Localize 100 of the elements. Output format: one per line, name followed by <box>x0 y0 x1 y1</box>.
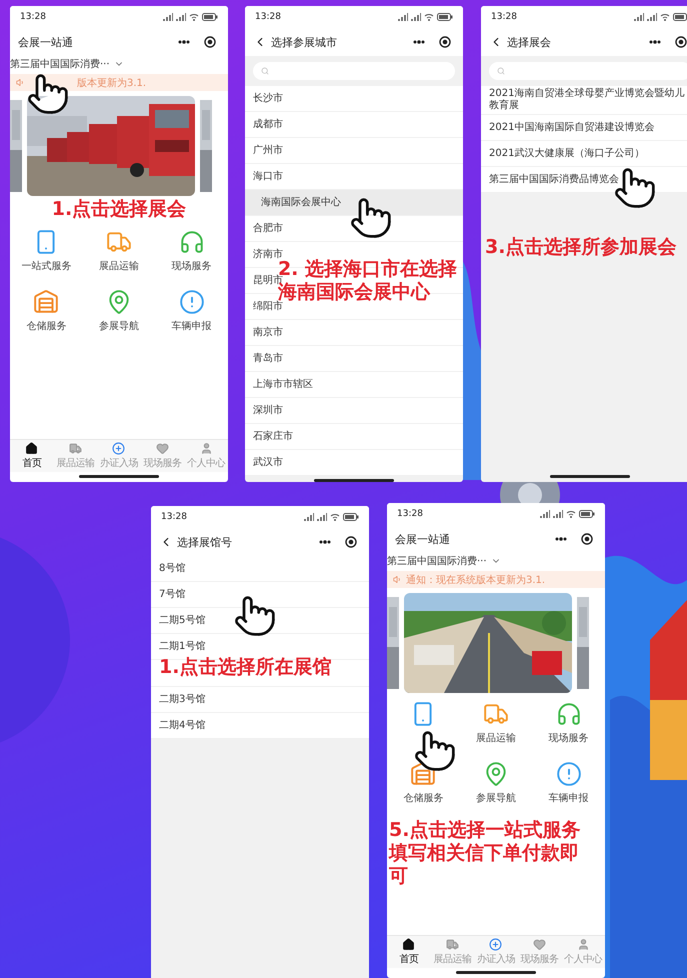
list-item[interactable]: 成都市 <box>245 112 463 138</box>
close-icon[interactable] <box>439 36 451 48</box>
event-selector[interactable]: 第三届中国国际消费··· <box>387 554 487 568</box>
list-item[interactable]: 2021海南自贸港全球母婴产业博览会暨幼儿教育展 <box>481 86 687 115</box>
page-title: 选择参展城市 <box>271 34 338 50</box>
service-label[interactable]: 展品运输 <box>98 259 139 273</box>
alert-icon[interactable] <box>556 761 582 787</box>
search-icon <box>261 67 269 75</box>
battery-icon <box>673 13 687 21</box>
plus-icon <box>112 442 126 455</box>
heart-icon <box>156 442 170 455</box>
list-item[interactable]: 海口市 <box>245 164 463 190</box>
speaker-icon <box>16 78 25 87</box>
more-icon[interactable] <box>555 537 567 541</box>
user-icon <box>200 442 213 455</box>
list-item[interactable]: 南京市 <box>245 320 463 346</box>
signal-icon <box>176 13 186 21</box>
service-label[interactable]: 现场服务 <box>548 731 589 745</box>
more-icon[interactable] <box>413 40 425 44</box>
pointing-hand-icon <box>349 196 393 240</box>
pointing-hand-icon <box>26 72 70 116</box>
list-item[interactable]: 2021武汉大健康展（海口子公司） <box>481 141 687 167</box>
headset-icon[interactable] <box>556 701 582 727</box>
status-time: 13:28 <box>20 12 46 22</box>
status-time: 13:28 <box>397 509 423 519</box>
list-item[interactable]: 青岛市 <box>245 346 463 372</box>
truck-icon <box>68 442 82 455</box>
battery-icon <box>579 510 595 518</box>
instruction-caption: 5.点击选择一站式服务填写相关信下单付款即可 <box>389 819 582 888</box>
service-label[interactable]: 参展导航 <box>476 791 516 805</box>
battery-icon <box>343 513 359 521</box>
headset-icon[interactable] <box>178 229 205 255</box>
close-icon[interactable] <box>581 533 593 545</box>
list-item[interactable]: 8号馆 <box>151 556 369 582</box>
list-item[interactable]: 2021中国海南国际自贸港建设博览会 <box>481 115 687 141</box>
search-icon <box>497 67 505 75</box>
signal-icon <box>634 13 644 21</box>
notice-text: 通知：现在系统版本更新为3.1. <box>406 574 546 586</box>
signal-icon <box>411 13 421 21</box>
signal-icon <box>540 510 550 518</box>
signal-icon <box>647 13 657 21</box>
tab[interactable]: 首页 <box>387 936 431 968</box>
service-label[interactable]: 车辆申报 <box>548 791 589 805</box>
notice-text: 版本更新为3.1. <box>77 76 146 90</box>
page-title: 会展一站通 <box>18 34 74 50</box>
list-item[interactable]: 二期4号馆 <box>151 713 369 739</box>
close-icon[interactable] <box>345 536 357 548</box>
status-time: 13:28 <box>161 512 187 522</box>
more-icon[interactable] <box>649 40 661 44</box>
speaker-icon <box>393 575 402 584</box>
more-icon[interactable] <box>319 540 331 544</box>
close-icon[interactable] <box>204 36 216 48</box>
pointing-hand-icon <box>233 594 277 638</box>
wifi-icon <box>330 513 340 521</box>
event-selector[interactable]: 第三届中国国际消费··· <box>10 56 110 70</box>
alert-icon[interactable] <box>178 289 205 315</box>
wifi-icon <box>189 13 199 21</box>
tab[interactable]: 首页 <box>10 440 54 472</box>
service-label[interactable]: 仓储服务 <box>403 791 444 805</box>
home-icon <box>402 938 416 951</box>
instruction-caption: 3.点击选择所参加展会 <box>485 236 676 259</box>
service-label[interactable]: 车辆申报 <box>172 319 212 333</box>
list-item[interactable]: 二期3号馆 <box>151 687 369 713</box>
list-item[interactable]: 深圳市 <box>245 398 463 424</box>
more-icon[interactable] <box>178 40 190 44</box>
instruction-caption: 1.点击选择展会 <box>52 198 186 221</box>
plus-icon <box>489 938 502 951</box>
page-title: 选择展会 <box>507 34 552 50</box>
search-field[interactable] <box>489 62 687 80</box>
home-icon <box>25 442 38 455</box>
signal-icon <box>304 513 314 521</box>
service-label[interactable]: 一站式服务 <box>21 259 72 273</box>
list-item[interactable]: 广州市 <box>245 138 463 164</box>
list-item[interactable]: 武汉市 <box>245 450 463 476</box>
battery-icon <box>202 13 218 21</box>
service-label[interactable]: 展品运输 <box>476 731 516 745</box>
page-title: 会展一站通 <box>395 532 451 546</box>
signal-icon <box>553 510 563 518</box>
heart-icon <box>533 938 546 951</box>
wifi-icon <box>660 13 670 21</box>
signal-icon <box>398 13 408 21</box>
service-label[interactable]: 仓储服务 <box>26 319 66 333</box>
signal-icon <box>163 13 173 21</box>
signal-icon <box>317 513 327 521</box>
service-label[interactable]: 现场服务 <box>172 259 212 273</box>
list-item[interactable]: 石家庄市 <box>245 424 463 450</box>
close-icon[interactable] <box>675 36 687 48</box>
wifi-icon <box>424 13 434 21</box>
list-item[interactable]: 海南国际会展中心 <box>245 190 463 216</box>
status-time: 13:28 <box>255 12 281 22</box>
search-field[interactable] <box>253 62 455 80</box>
truck-icon <box>446 938 459 951</box>
warehouse-icon[interactable] <box>410 761 436 787</box>
list-item[interactable]: 长沙市 <box>245 86 463 112</box>
list-item[interactable]: 7号馆 <box>151 582 369 608</box>
user-icon <box>576 938 590 951</box>
wifi-icon <box>566 510 576 518</box>
list-item[interactable]: 上海市市辖区 <box>245 372 463 398</box>
status-time: 13:28 <box>491 12 517 22</box>
service-label[interactable]: 参展导航 <box>98 319 139 333</box>
